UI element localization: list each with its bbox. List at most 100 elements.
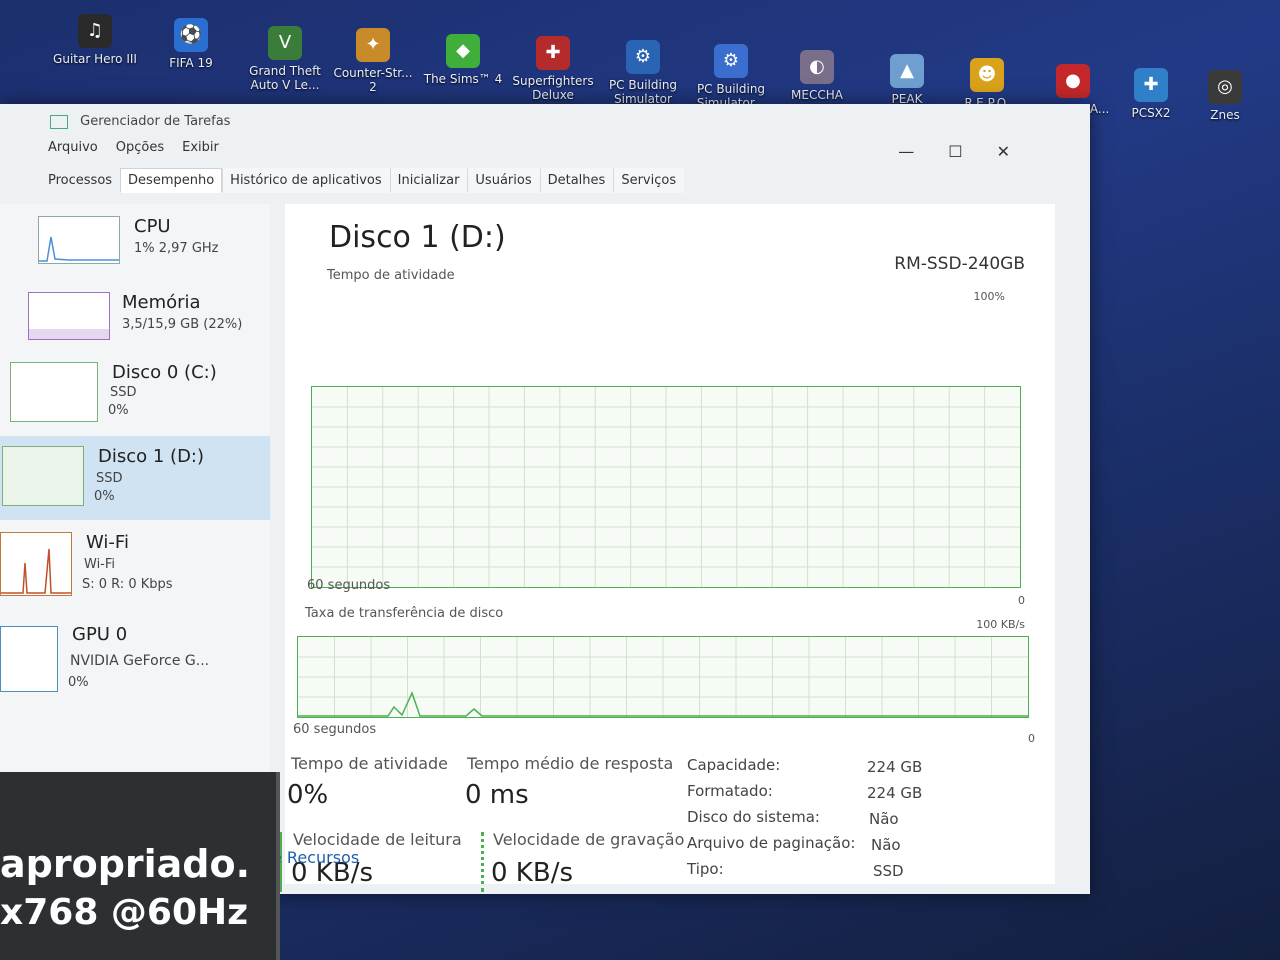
desktop-icon-label: The Sims™ 4 (423, 72, 503, 86)
desktop-icon-label: Grand Theft Auto V Le... (249, 64, 321, 92)
sidebar-item-name: Memória (122, 292, 201, 313)
disk-0-thumbnail (10, 362, 98, 422)
page-title: Disco 1 (D:) (329, 220, 506, 255)
bombana-icon: ● (1056, 64, 1090, 98)
task-manager-icon (50, 114, 68, 129)
notification-line-1: apropriado. (0, 842, 251, 886)
prop-system-label: Disco do sistema: (687, 808, 820, 826)
tab-bar: Processos Desempenho Histórico de aplica… (40, 168, 685, 193)
resource-monitor-link[interactable]: e Recursos (272, 848, 359, 867)
desktop-icon-superfighters[interactable]: ✚ Superfighters Deluxe (508, 36, 598, 102)
sidebar-item-usage: 0% (68, 675, 89, 690)
sidebar-item-name: Disco 1 (D:) (98, 446, 205, 467)
tab-processos[interactable]: Processos (40, 168, 120, 193)
disk-1-thumbnail (2, 446, 84, 506)
tab-desempenho[interactable]: Desempenho (120, 168, 223, 193)
close-button[interactable]: ✕ (997, 142, 1010, 161)
graph-activity-label: Tempo de atividade (327, 268, 455, 283)
notification-line-2: x768 @60Hz (0, 892, 249, 933)
sidebar-item-name: Disco 0 (C:) (112, 362, 217, 383)
maximize-button[interactable]: ☐ (948, 142, 962, 161)
menu-exibir[interactable]: Exibir (182, 140, 219, 155)
prop-capacity-label: Capacidade: (687, 756, 781, 774)
gta-v-icon: V (268, 26, 302, 60)
desktop-icon-label: Counter-Str... 2 (333, 66, 413, 94)
desktop-icon-counter-strike-2[interactable]: ✦ Counter-Str... 2 (328, 28, 418, 94)
repo-icon: ☻ (970, 58, 1004, 92)
write-indicator (481, 832, 484, 892)
activity-graph (311, 386, 1021, 588)
sidebar-item-name: Wi-Fi (86, 532, 129, 553)
tab-inicializar[interactable]: Inicializar (389, 168, 468, 193)
sidebar-item-usage: 0% (94, 489, 115, 504)
response-stat-value: 0 ms (465, 780, 529, 810)
tab-detalhes[interactable]: Detalhes (539, 168, 614, 193)
disk-model: RM-SSD-240GB (894, 254, 1025, 274)
write-stat-label: Velocidade de gravação (493, 830, 685, 849)
transfer-grid (298, 637, 1028, 717)
menu-opcoes[interactable]: Opções (116, 140, 164, 155)
pc-building-sim-icon: ⚙ (626, 40, 660, 74)
wifi-thumbnail (0, 532, 72, 596)
window-title: Gerenciador de Tarefas (50, 114, 230, 129)
desktop-icon-peak[interactable]: ▲ PEAK (862, 54, 952, 106)
window-title-text: Gerenciador de Tarefas (80, 114, 231, 129)
sidebar-item-gpu[interactable]: GPU 0 NVIDIA GeForce G... 0% (0, 618, 270, 702)
prop-pagefile-label: Arquivo de paginação: (687, 834, 856, 852)
guitar-hero-icon: ♫ (78, 14, 112, 48)
graph-activity-max: 100% (973, 290, 1005, 303)
menu-arquivo[interactable]: Arquivo (48, 140, 98, 155)
desktop-icon-znes[interactable]: ◎ Znes (1180, 70, 1270, 122)
prop-system-value: Não (869, 810, 899, 828)
desktop-icon-pc-building-sim[interactable]: ⚙ PC Building Simulator (598, 40, 688, 106)
desktop-icon-repo[interactable]: ☻ R.E.P.O. (942, 58, 1032, 110)
desktop-icon-gta-v[interactable]: V Grand Theft Auto V Le... (240, 26, 330, 92)
activity-grid (312, 387, 1020, 587)
graph-transfer-zero: 0 (1028, 732, 1035, 745)
transfer-graph (297, 636, 1029, 718)
tab-historico[interactable]: Histórico de aplicativos (222, 168, 390, 193)
prop-type-label: Tipo: (687, 860, 724, 878)
desktop-icon-label: Guitar Hero III (53, 52, 137, 66)
graph-transfer-label: Taxa de transferência de disco (305, 606, 504, 621)
sidebar-item-usage: S: 0 R: 0 Kbps (82, 577, 173, 592)
prop-pagefile-value: Não (871, 836, 901, 854)
sidebar-item-detail: Wi-Fi (84, 557, 116, 572)
sidebar-item-name: GPU 0 (72, 624, 128, 645)
response-stat-label: Tempo médio de resposta (467, 754, 674, 773)
graph-activity-time: 60 segundos (307, 578, 391, 593)
resource-sidebar: CPU 1% 2,97 GHz Memória 3,5/15,9 GB (22%… (0, 204, 270, 804)
prop-formatted-value: 224 GB (867, 784, 923, 802)
prop-type-value: SSD (873, 862, 904, 880)
graph-transfer-max: 100 KB/s (976, 618, 1025, 631)
the-sims-4-icon: ◆ (446, 34, 480, 68)
desktop-icon-fifa-19[interactable]: ⚽ FIFA 19 (146, 18, 236, 70)
desktop-icon-label: Znes (1210, 108, 1240, 122)
sidebar-item-disk-1[interactable]: Disco 1 (D:) SSD 0% (0, 436, 270, 520)
sidebar-item-wifi[interactable]: Wi-Fi Wi-Fi S: 0 R: 0 Kbps (0, 526, 270, 610)
prop-formatted-label: Formatado: (687, 782, 773, 800)
tab-usuarios[interactable]: Usuários (467, 168, 540, 193)
sidebar-item-name: CPU (134, 216, 171, 237)
sidebar-item-disk-0[interactable]: Disco 0 (C:) SSD 0% (0, 362, 270, 446)
peak-icon: ▲ (890, 54, 924, 88)
sidebar-item-detail: SSD (96, 471, 123, 486)
counter-strike-2-icon: ✦ (356, 28, 390, 62)
sidebar-item-detail: SSD (110, 385, 137, 400)
window-controls: — ☐ ✕ (898, 142, 1010, 161)
sidebar-item-cpu[interactable]: CPU 1% 2,97 GHz (0, 208, 270, 292)
desktop-icon-label: FIFA 19 (169, 56, 213, 70)
tab-servicos[interactable]: Serviços (613, 168, 685, 193)
fifa-19-icon: ⚽ (174, 18, 208, 52)
minimize-button[interactable]: — (898, 142, 914, 161)
desktop-icon-pc-building-sim-2[interactable]: ⚙ PC Building Simulator... (686, 44, 776, 110)
desktop-icon-the-sims-4[interactable]: ◆ The Sims™ 4 (418, 34, 508, 86)
znes-icon: ◎ (1208, 70, 1242, 104)
sidebar-item-detail: NVIDIA GeForce G... (70, 653, 210, 669)
superfighters-icon: ✚ (536, 36, 570, 70)
meccha-chameleon-icon: ◐ (800, 50, 834, 84)
sidebar-item-usage: 0% (108, 403, 129, 418)
write-stat-value: 0 KB/s (491, 858, 573, 888)
desktop-icon-guitar-hero[interactable]: ♫ Guitar Hero III (50, 14, 140, 66)
activity-stat-label: Tempo de atividade (291, 754, 448, 773)
